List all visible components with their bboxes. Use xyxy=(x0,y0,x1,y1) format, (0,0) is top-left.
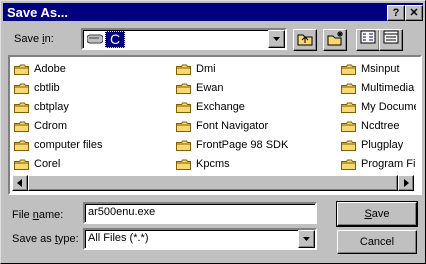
folder-name: Plugplay xyxy=(361,139,404,151)
file-list[interactable]: Adobe cbtlib cbtplay Cdrom computer files Cor… xyxy=(8,55,422,195)
folder-item[interactable]: Corel xyxy=(14,156,164,172)
folder-icon xyxy=(341,159,356,170)
title-bar[interactable]: Save As... ? ✕ xyxy=(3,3,423,21)
folder-item[interactable]: cbtlib xyxy=(14,80,164,96)
window-title: Save As... xyxy=(7,5,68,20)
folder-item[interactable]: My Docume xyxy=(341,99,416,115)
folder-name: Corel xyxy=(34,158,61,170)
save-in-label: Save in: xyxy=(14,33,54,45)
folder-icon xyxy=(14,102,29,113)
folder-icon xyxy=(14,121,29,132)
list-view-button[interactable] xyxy=(356,29,380,51)
folder-name: cbtplay xyxy=(34,101,69,113)
save-in-dropdown-button[interactable] xyxy=(268,30,285,48)
folder-name: FrontPage 98 SDK xyxy=(196,139,289,151)
folder-icon xyxy=(176,64,191,75)
create-new-folder-icon xyxy=(326,31,344,49)
folder-item[interactable]: Msinput xyxy=(341,61,416,77)
folder-icon xyxy=(341,121,356,132)
folder-icon xyxy=(176,159,191,170)
folder-name: Ncdtree xyxy=(361,120,400,132)
file-name-value: ar500enu.exe xyxy=(88,206,156,218)
folder-item[interactable]: Plugplay xyxy=(341,137,416,153)
folder-name: Font Navigator xyxy=(196,120,269,132)
folder-icon xyxy=(14,140,29,151)
folder-item[interactable]: Ncdtree xyxy=(341,118,416,134)
folder-item[interactable]: Multimedia F xyxy=(341,80,416,96)
folder-item[interactable]: Kpcms xyxy=(176,156,326,172)
folder-item[interactable]: cbtplay xyxy=(14,99,164,115)
folder-icon xyxy=(341,83,356,94)
folder-name: Multimedia F xyxy=(361,82,416,94)
scroll-thumb[interactable] xyxy=(28,175,398,191)
file-name-field[interactable]: ar500enu.exe xyxy=(83,202,317,224)
save-as-dialog: Save As... ? ✕ Save in: C Adobe cbtlib cbt… xyxy=(0,0,426,264)
save-as-type-value: All Files (*.*) xyxy=(88,232,149,244)
folder-item[interactable]: Font Navigator xyxy=(176,118,326,134)
folder-icon xyxy=(341,64,356,75)
scroll-left-button[interactable] xyxy=(12,175,28,191)
folder-icon xyxy=(14,64,29,75)
folder-name: computer files xyxy=(34,139,103,151)
details-view-icon xyxy=(383,30,399,47)
save-as-type-combo[interactable]: All Files (*.*) xyxy=(83,228,317,250)
horizontal-scrollbar[interactable] xyxy=(12,175,414,191)
create-new-folder-button[interactable] xyxy=(323,29,347,51)
scroll-right-button[interactable] xyxy=(398,175,414,191)
save-in-combo[interactable]: C xyxy=(81,28,287,50)
save-as-type-dropdown-button[interactable] xyxy=(298,230,315,248)
folder-name: cbtlib xyxy=(34,82,60,94)
help-button[interactable]: ? xyxy=(387,5,405,21)
folder-item[interactable]: Ewan xyxy=(176,80,326,96)
save-button[interactable]: Save xyxy=(336,201,418,227)
close-button[interactable]: ✕ xyxy=(405,5,423,21)
folder-name: Dmi xyxy=(196,63,216,75)
folder-icon xyxy=(14,83,29,94)
cancel-button[interactable]: Cancel xyxy=(337,230,417,254)
folder-name: Adobe xyxy=(34,63,66,75)
folder-name: Ewan xyxy=(196,82,224,94)
file-name-label: File name: xyxy=(12,209,64,221)
folder-item[interactable]: Adobe xyxy=(14,61,164,77)
folder-icon xyxy=(176,83,191,94)
folder-item[interactable]: FrontPage 98 SDK xyxy=(176,137,326,153)
folder-icon xyxy=(176,140,191,151)
folder-name: Program File xyxy=(361,158,416,170)
folder-item[interactable]: Dmi xyxy=(176,61,326,77)
list-view-icon xyxy=(360,30,376,47)
folder-name: Exchange xyxy=(196,101,245,113)
folder-name: Cdrom xyxy=(34,120,68,132)
folder-item[interactable]: computer files xyxy=(14,137,164,153)
folder-item[interactable]: Cdrom xyxy=(14,118,164,134)
folder-name: My Docume xyxy=(361,101,416,113)
folder-name: Msinput xyxy=(361,63,400,75)
folder-item[interactable]: Exchange xyxy=(176,99,326,115)
folder-item[interactable]: Program File xyxy=(341,156,416,172)
folder-icon xyxy=(341,140,356,151)
drive-icon xyxy=(86,34,104,47)
folder-icon xyxy=(341,102,356,113)
folder-name: Kpcms xyxy=(196,158,230,170)
up-one-level-icon xyxy=(296,34,314,49)
details-view-button[interactable] xyxy=(379,29,403,51)
folder-icon xyxy=(176,102,191,113)
save-in-value: C xyxy=(105,31,126,48)
folder-icon xyxy=(176,121,191,132)
save-as-type-label: Save as type: xyxy=(12,233,79,245)
folder-icon xyxy=(14,159,29,170)
up-one-level-button[interactable] xyxy=(293,29,317,51)
